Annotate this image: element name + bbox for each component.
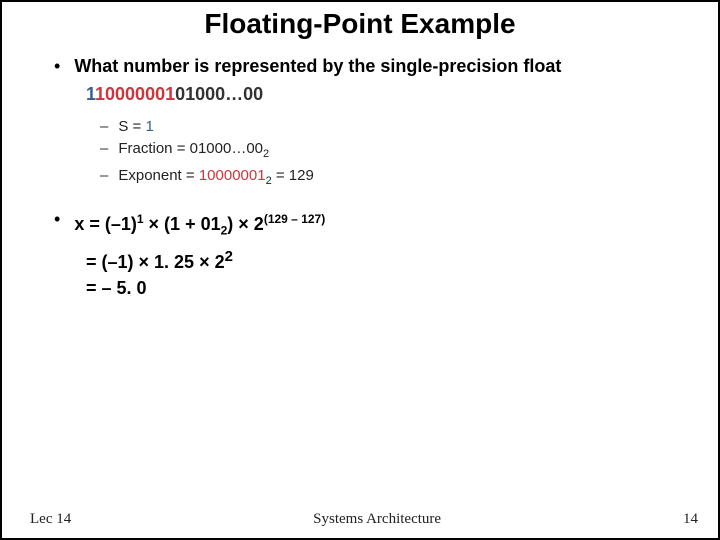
e-value: 10000001 (199, 167, 266, 184)
sub-exponent: – Exponent = 100000012 = 129 (100, 165, 690, 192)
calc-line-1: x = (–1)1 × (1 + 012) × 2(129 – 127) (74, 206, 325, 244)
fraction-line: Fraction = 01000…002 (118, 138, 269, 165)
footer-right: 14 (683, 511, 698, 528)
calc-row-1: • x = (–1)1 × (1 + 012) × 2(129 – 127) (30, 206, 690, 244)
sub-fraction: – Fraction = 01000…002 (100, 138, 690, 165)
e-equals: = 129 (272, 167, 314, 184)
s-label: S = (118, 118, 145, 135)
footer: Lec 14 Systems Architecture 14 (2, 511, 718, 528)
s-line: S = 1 (118, 116, 153, 138)
dash-icon: – (100, 138, 108, 160)
exponent-line: Exponent = 100000012 = 129 (118, 165, 313, 192)
slide: Floating-Point Example • What number is … (0, 0, 720, 540)
calc-line-2: = (–1) × 1. 25 × 22 (86, 244, 690, 275)
sub-s: – S = 1 (100, 116, 690, 138)
bullet-dot: • (54, 54, 60, 78)
question-text: What number is represented by the single… (74, 54, 561, 78)
calc-line-3: = – 5. 0 (86, 275, 690, 301)
float-bits: 11000000101000…00 (86, 82, 690, 106)
footer-center: Systems Architecture (313, 511, 441, 528)
s-value: 1 (145, 118, 153, 135)
f-label: Fraction = (118, 140, 189, 157)
question-bullet: • What number is represented by the sing… (30, 54, 690, 78)
slide-title: Floating-Point Example (2, 8, 718, 40)
calculation: • x = (–1)1 × (1 + 012) × 2(129 – 127) =… (30, 206, 690, 301)
e-label: Exponent = (118, 167, 198, 184)
exponent-bits: 10000001 (96, 84, 176, 104)
sign-bit: 1 (86, 84, 96, 104)
fraction-bits: 01000…00 (175, 84, 263, 104)
slide-content: • What number is represented by the sing… (2, 54, 718, 301)
f-sub: 2 (263, 148, 269, 160)
footer-left: Lec 14 (30, 511, 71, 528)
bullet-dot: • (54, 206, 60, 232)
f-value: 01000…00 (190, 140, 263, 157)
dash-icon: – (100, 165, 108, 187)
dash-icon: – (100, 116, 108, 138)
